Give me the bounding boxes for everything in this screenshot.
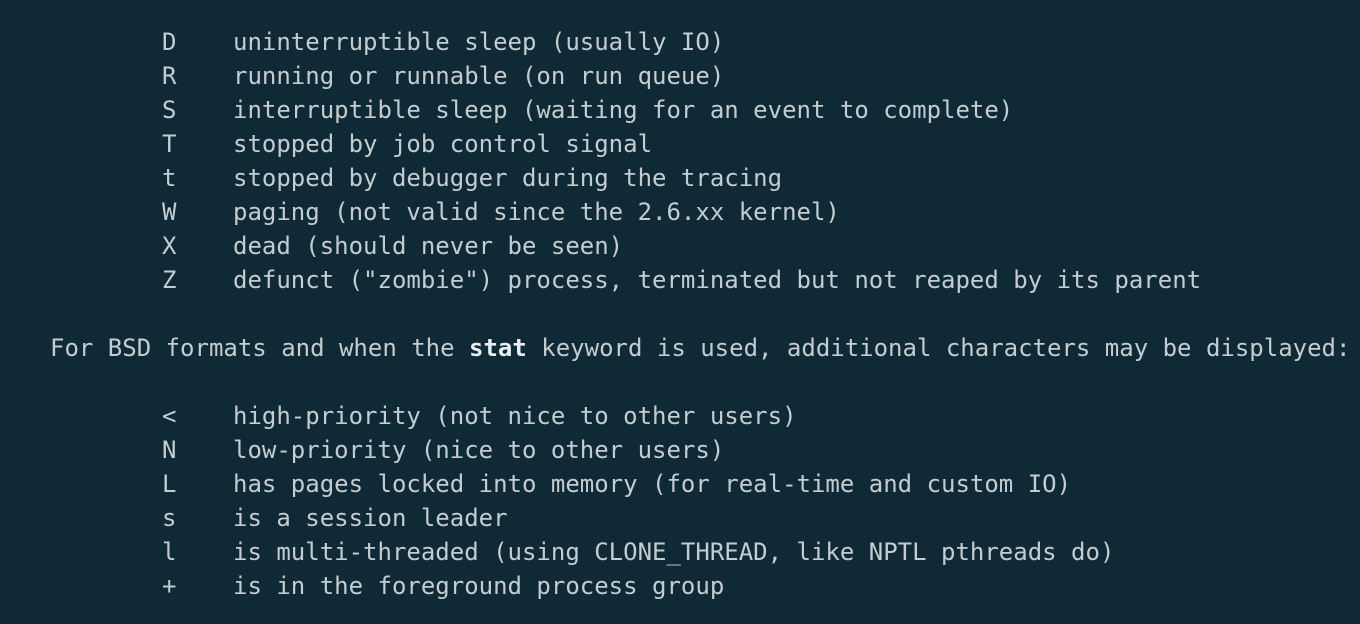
state-code: Z (162, 266, 177, 294)
state-code: W (162, 198, 177, 226)
bsd-intro-before: For BSD formats and when the (50, 334, 470, 362)
flag-description: is a session leader (233, 504, 508, 532)
state-code: R (162, 62, 177, 90)
state-code: S (162, 96, 177, 124)
flag-code: N (162, 436, 177, 464)
state-row-x: X dead (should never be seen) (0, 229, 1360, 263)
state-code: D (162, 28, 177, 56)
flag-description: high-priority (not nice to other users) (233, 402, 797, 430)
state-description: paging (not valid since the 2.6.xx kerne… (233, 198, 840, 226)
flag-code: s (162, 504, 177, 532)
state-code: T (162, 130, 177, 158)
state-description: running or runnable (on run queue) (233, 62, 725, 90)
state-row-r: R running or runnable (on run queue) (0, 59, 1360, 93)
flag-code: L (162, 470, 177, 498)
bsd-intro-text: For BSD formats and when the stat keywor… (50, 331, 1350, 365)
flag-description: is in the foreground process group (233, 572, 725, 600)
flag-code: < (162, 402, 177, 430)
stat-keyword: stat (469, 334, 527, 362)
state-description: defunct ("zombie") process, terminated b… (233, 266, 1202, 294)
state-row-z: Z defunct ("zombie") process, terminated… (0, 263, 1360, 297)
flag-row-high-priority: < high-priority (not nice to other users… (0, 399, 1360, 433)
state-description: stopped by job control signal (233, 130, 653, 158)
bsd-intro-paragraph: For BSD formats and when the stat keywor… (0, 331, 1360, 365)
state-code: t (162, 164, 177, 192)
flag-row-n: N low-priority (nice to other users) (0, 433, 1360, 467)
flag-description: has pages locked into memory (for real-t… (233, 470, 1072, 498)
flag-row-l-lower: l is multi-threaded (using CLONE_THREAD,… (0, 535, 1360, 569)
state-row-d: D uninterruptible sleep (usually IO) (0, 25, 1360, 59)
flag-row-foreground: + is in the foreground process group (0, 569, 1360, 603)
flag-row-l-upper: L has pages locked into memory (for real… (0, 467, 1360, 501)
state-row-t-lower: t stopped by debugger during the tracing (0, 161, 1360, 195)
state-code: X (162, 232, 177, 260)
bsd-intro-after: keyword is used, additional characters m… (526, 334, 1351, 362)
state-description: dead (should never be seen) (233, 232, 624, 260)
state-row-w: W paging (not valid since the 2.6.xx ker… (0, 195, 1360, 229)
state-row-t-upper: T stopped by job control signal (0, 127, 1360, 161)
state-row-s: S interruptible sleep (waiting for an ev… (0, 93, 1360, 127)
flag-code: + (162, 572, 177, 600)
flag-code: l (162, 538, 177, 566)
flag-row-s-lower: s is a session leader (0, 501, 1360, 535)
flag-description: low-priority (nice to other users) (233, 436, 725, 464)
state-description: stopped by debugger during the tracing (233, 164, 783, 192)
state-description: interruptible sleep (waiting for an even… (233, 96, 1014, 124)
state-description: uninterruptible sleep (usually IO) (233, 28, 725, 56)
flag-description: is multi-threaded (using CLONE_THREAD, l… (233, 538, 1115, 566)
terminal-window: D uninterruptible sleep (usually IO) R r… (0, 0, 1360, 624)
